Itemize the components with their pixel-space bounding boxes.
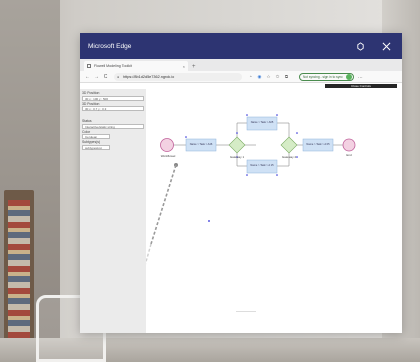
rotation-field[interactable]: 30 x : 0.7 y : 0.3 xyxy=(82,106,144,111)
books xyxy=(8,200,30,340)
favorite-icon[interactable]: ☆ xyxy=(264,74,273,80)
handle xyxy=(185,136,187,138)
titlebar[interactable]: Microsoft Edge xyxy=(80,33,402,59)
edge-window: Microsoft Edge Flowell Modeling Toolkit … xyxy=(80,33,402,333)
handle xyxy=(236,132,238,134)
more-button[interactable]: … xyxy=(358,74,363,80)
handle xyxy=(276,114,278,116)
pointer-ray-fade xyxy=(146,243,152,265)
diagram-canvas[interactable]: Workflowel Name > Task > A46 Name > Task… xyxy=(146,89,402,333)
handle xyxy=(208,220,210,222)
page-content: Close Controls 3D Position 30 x : 100 y … xyxy=(80,83,402,333)
window-title: Microsoft Edge xyxy=(88,42,132,50)
tab-strip: Flowell Modeling Toolkit × + xyxy=(80,59,402,71)
close-icon[interactable] xyxy=(378,38,394,54)
gateway-right-shape xyxy=(280,136,298,154)
forward-button[interactable]: → xyxy=(92,74,101,80)
properties-panel: 3D Position 30 x : 100 y : 500 3D Positi… xyxy=(80,89,146,333)
close-controls-button[interactable]: Close Controls xyxy=(325,84,397,88)
collections-icon[interactable]: ⧉ xyxy=(282,74,291,80)
position-label: 3D Position xyxy=(82,91,100,95)
extension-icon[interactable]: ◉ xyxy=(255,74,264,80)
task-right-label: Name > Task > A 05 xyxy=(306,143,330,146)
handle xyxy=(246,114,248,116)
profile-avatar xyxy=(345,73,352,80)
reload-button[interactable]: C xyxy=(101,74,110,80)
handle xyxy=(296,132,298,134)
tab-flowell[interactable]: Flowell Modeling Toolkit × xyxy=(84,61,188,71)
browser-toolbar: ← → C ● https://8b1d2d5e7362.ngrok.io ◔ … xyxy=(80,71,402,83)
url-text: https://8b1d2d5e7362.ngrok.io xyxy=(123,74,175,79)
task-main-label: Name > Task > A46 xyxy=(189,143,213,146)
subtype-select[interactable]: subtypesList xyxy=(82,144,110,150)
status-label: Status xyxy=(82,119,92,123)
back-button[interactable]: ← xyxy=(83,74,92,80)
task-top-label: Name > Task > A05 xyxy=(250,121,274,124)
handle xyxy=(276,174,278,176)
end-event xyxy=(342,138,356,152)
sync-button[interactable]: Not syncing - sign in to sync xyxy=(299,72,354,81)
gateway-left-shape xyxy=(228,136,246,154)
lock-icon: ● xyxy=(117,74,120,79)
tab-close-button[interactable]: × xyxy=(183,64,185,69)
pointer-ray xyxy=(150,164,177,245)
position-field[interactable]: 30 x : 100 y : 500 xyxy=(82,95,144,101)
rotation-label: 3D Position xyxy=(82,101,100,106)
canvas-scroll-marker xyxy=(236,311,256,323)
color-select[interactable]: Cerulean xyxy=(82,134,110,139)
restore-icon[interactable] xyxy=(352,38,368,54)
address-bar[interactable]: ● https://8b1d2d5e7362.ngrok.io xyxy=(114,72,242,81)
end-label: End xyxy=(346,153,352,157)
gateway-left-label: Gateway 1 xyxy=(229,155,245,159)
tab-label: Flowell Modeling Toolkit xyxy=(94,64,132,68)
gateway-right-label: Gateway 2 xyxy=(281,155,297,159)
reading-icon[interactable]: ◔ xyxy=(246,74,255,80)
status-field[interactable]: Interactive/static string xyxy=(82,123,144,129)
sync-label: Not syncing - sign in to sync xyxy=(303,74,343,79)
new-tab-button[interactable]: + xyxy=(192,64,196,71)
page-icon xyxy=(87,64,91,68)
start-event xyxy=(160,138,174,152)
start-label: Workflowel xyxy=(160,154,176,158)
handle xyxy=(246,174,248,176)
favorites-icon[interactable]: ✩ xyxy=(273,74,282,80)
task-bottom-label: Name > Task > A 15 xyxy=(250,164,274,167)
